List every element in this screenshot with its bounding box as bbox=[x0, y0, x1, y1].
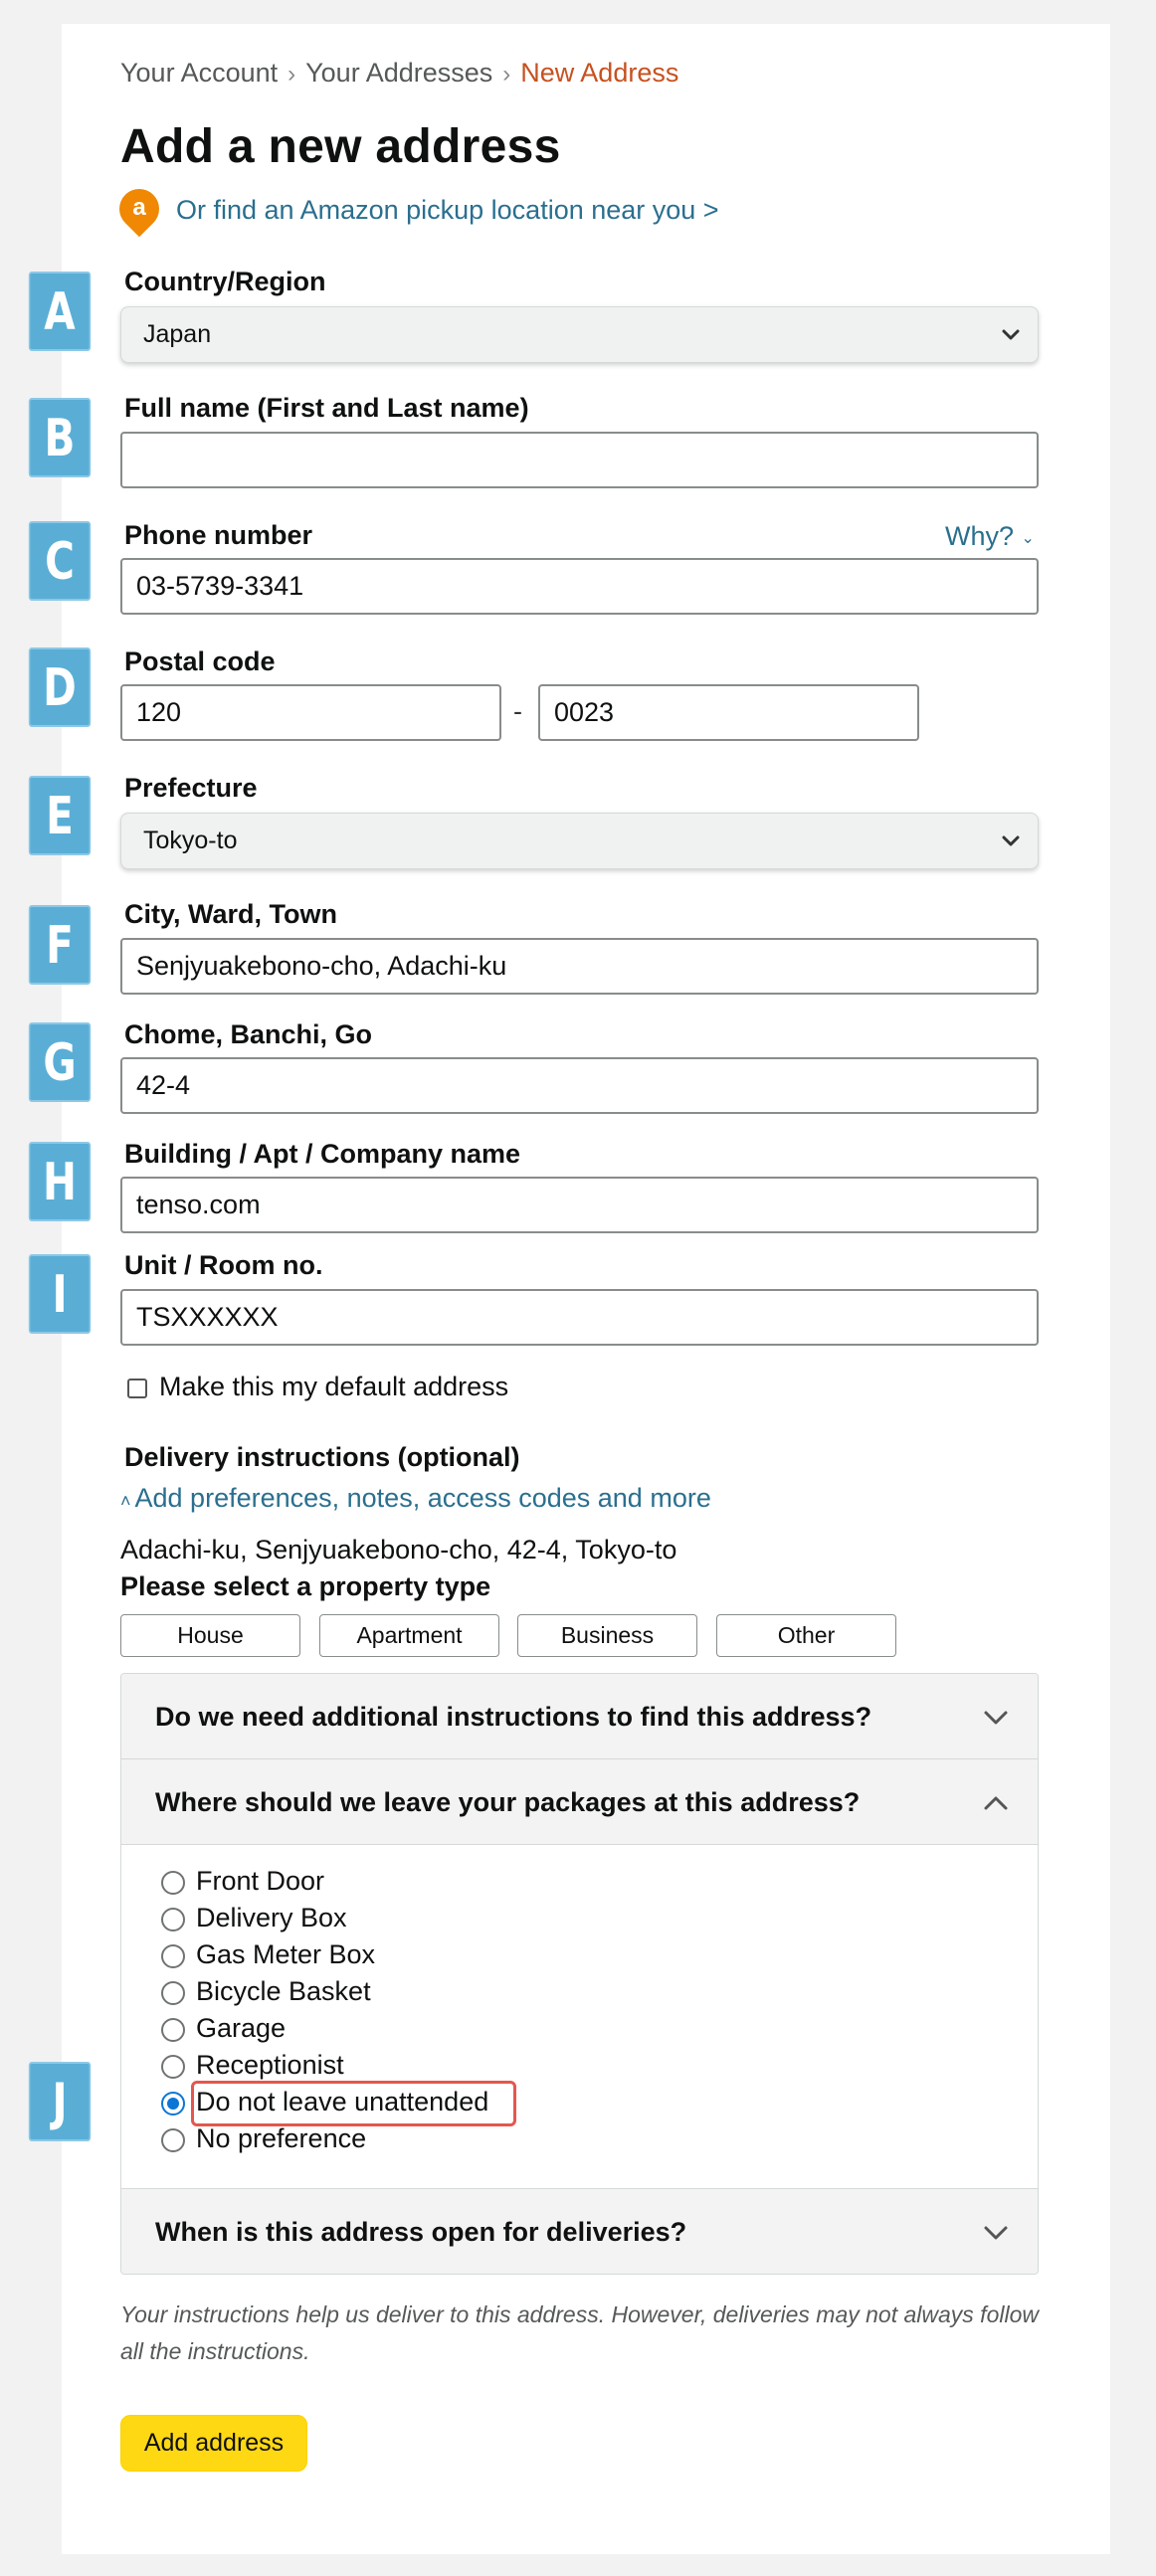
chevron-up-icon bbox=[984, 1796, 1008, 1810]
page-title: Add a new address bbox=[120, 120, 561, 173]
phone-input[interactable]: 03-5739-3341 bbox=[120, 558, 1039, 615]
property-type-apartment[interactable]: Apartment bbox=[319, 1614, 499, 1657]
accordion-leave-packages-title: Where should we leave your packages at t… bbox=[155, 1787, 861, 1817]
why-link-text: Why? bbox=[945, 521, 1015, 551]
accordion-find-address-title: Do we need additional instructions to fi… bbox=[155, 1702, 872, 1732]
badge-h: H bbox=[28, 1142, 92, 1221]
badge-e: E bbox=[28, 776, 92, 855]
city-input[interactable]: Senjyuakebono-cho, Adachi-ku bbox=[120, 938, 1039, 995]
postal-code-dash: - bbox=[513, 696, 522, 726]
default-address-checkbox[interactable] bbox=[127, 1379, 147, 1398]
pickup-location-link[interactable]: Or find an Amazon pickup location near y… bbox=[176, 195, 719, 226]
radio-receptionist[interactable] bbox=[161, 2055, 185, 2079]
badge-a: A bbox=[28, 272, 92, 351]
breadcrumb-your-addresses[interactable]: Your Addresses bbox=[305, 58, 492, 88]
chevron-down-icon bbox=[984, 1711, 1008, 1725]
radio-gas-meter-box[interactable] bbox=[161, 1944, 185, 1968]
property-type-heading: Please select a property type bbox=[120, 1571, 491, 1601]
postal-code-part2-input[interactable]: 0023 bbox=[538, 684, 919, 741]
accordion-leave-packages-header[interactable]: Where should we leave your packages at t… bbox=[121, 1759, 1038, 1845]
full-name-label: Full name (First and Last name) bbox=[124, 393, 529, 423]
property-type-other[interactable]: Other bbox=[716, 1614, 896, 1657]
badge-c: C bbox=[28, 521, 92, 601]
accordion-open-hours-header[interactable]: When is this address open for deliveries… bbox=[121, 2188, 1038, 2274]
badge-j: J bbox=[28, 2062, 92, 2141]
chome-input[interactable]: 42-4 bbox=[120, 1057, 1039, 1114]
breadcrumb: Your Account › Your Addresses › New Address bbox=[120, 58, 678, 89]
postal-code-part1-input[interactable]: 120 bbox=[120, 684, 501, 741]
country-select[interactable]: Japan bbox=[120, 306, 1039, 363]
badge-d: D bbox=[28, 647, 92, 727]
chome-label: Chome, Banchi, Go bbox=[124, 1019, 373, 1049]
chevron-down-icon bbox=[984, 2226, 1008, 2240]
why-phone-link[interactable]: Why? ⌄ bbox=[945, 521, 1035, 552]
delivery-instructions-heading: Delivery instructions (optional) bbox=[124, 1442, 520, 1472]
chevron-down-icon bbox=[1002, 835, 1020, 846]
city-label: City, Ward, Town bbox=[124, 899, 337, 929]
radio-no-preference[interactable] bbox=[161, 2128, 185, 2152]
default-address-label[interactable]: Make this my default address bbox=[159, 1372, 508, 1402]
prefecture-select-value: Tokyo-to bbox=[143, 827, 238, 854]
radio-label-receptionist[interactable]: Receptionist bbox=[196, 2050, 344, 2081]
amazon-pickup-icon: a bbox=[110, 180, 168, 238]
building-label: Building / Apt / Company name bbox=[124, 1139, 521, 1169]
radio-label-garage[interactable]: Garage bbox=[196, 2013, 286, 2044]
caret-up-icon: ˄ bbox=[120, 1491, 131, 1511]
breadcrumb-current: New Address bbox=[520, 58, 679, 88]
radio-garage[interactable] bbox=[161, 2018, 185, 2042]
postal-code-label: Postal code bbox=[124, 646, 276, 676]
add-preferences-link[interactable]: ˄ Add preferences, notes, access codes an… bbox=[120, 1483, 711, 1514]
prefecture-select[interactable]: Tokyo-to bbox=[120, 813, 1039, 869]
selection-highlight-box bbox=[191, 2081, 516, 2126]
prefecture-label: Prefecture bbox=[124, 773, 258, 803]
property-type-house[interactable]: House bbox=[120, 1614, 300, 1657]
delivery-accordion: Do we need additional instructions to fi… bbox=[120, 1673, 1039, 2275]
building-input[interactable]: tenso.com bbox=[120, 1177, 1039, 1233]
unit-label: Unit / Room no. bbox=[124, 1250, 323, 1280]
chevron-down-icon bbox=[1002, 329, 1020, 340]
breadcrumb-separator: › bbox=[502, 61, 511, 88]
badge-i: I bbox=[28, 1254, 92, 1334]
country-label: Country/Region bbox=[124, 267, 326, 296]
radio-label-no-preference[interactable]: No preference bbox=[196, 2123, 366, 2154]
full-name-input[interactable] bbox=[120, 432, 1039, 488]
add-preferences-text: Add preferences, notes, access codes and… bbox=[134, 1483, 711, 1513]
country-select-value: Japan bbox=[143, 320, 212, 348]
badge-b: B bbox=[28, 398, 92, 477]
accordion-find-address-header[interactable]: Do we need additional instructions to fi… bbox=[121, 1674, 1038, 1759]
radio-label-gas-meter-box[interactable]: Gas Meter Box bbox=[196, 1939, 375, 1970]
unit-input[interactable]: TSXXXXXX bbox=[120, 1289, 1039, 1346]
add-address-button[interactable]: Add address bbox=[120, 2415, 307, 2472]
radio-label-front-door[interactable]: Front Door bbox=[196, 1866, 324, 1897]
radio-label-delivery-box[interactable]: Delivery Box bbox=[196, 1903, 347, 1933]
radio-bicycle-basket[interactable] bbox=[161, 1981, 185, 2005]
badge-f: F bbox=[28, 905, 92, 985]
chevron-down-icon: ⌄ bbox=[1021, 529, 1035, 547]
accordion-open-hours-title: When is this address open for deliveries… bbox=[155, 2217, 687, 2247]
breadcrumb-your-account[interactable]: Your Account bbox=[120, 58, 278, 88]
address-summary: Adachi-ku, Senjyuakebono-cho, 42-4, Toky… bbox=[120, 1535, 677, 1564]
breadcrumb-separator: › bbox=[288, 61, 296, 88]
badge-g: G bbox=[28, 1022, 92, 1102]
phone-label: Phone number bbox=[124, 520, 313, 550]
radio-label-bicycle-basket[interactable]: Bicycle Basket bbox=[196, 1976, 371, 2007]
delivery-disclaimer: Your instructions help us deliver to thi… bbox=[120, 2301, 1039, 2364]
radio-front-door[interactable] bbox=[161, 1871, 185, 1895]
radio-do-not-leave-unattended[interactable] bbox=[161, 2092, 185, 2116]
radio-delivery-box[interactable] bbox=[161, 1908, 185, 1932]
pickup-icon-letter: a bbox=[132, 194, 146, 221]
property-type-business[interactable]: Business bbox=[517, 1614, 697, 1657]
